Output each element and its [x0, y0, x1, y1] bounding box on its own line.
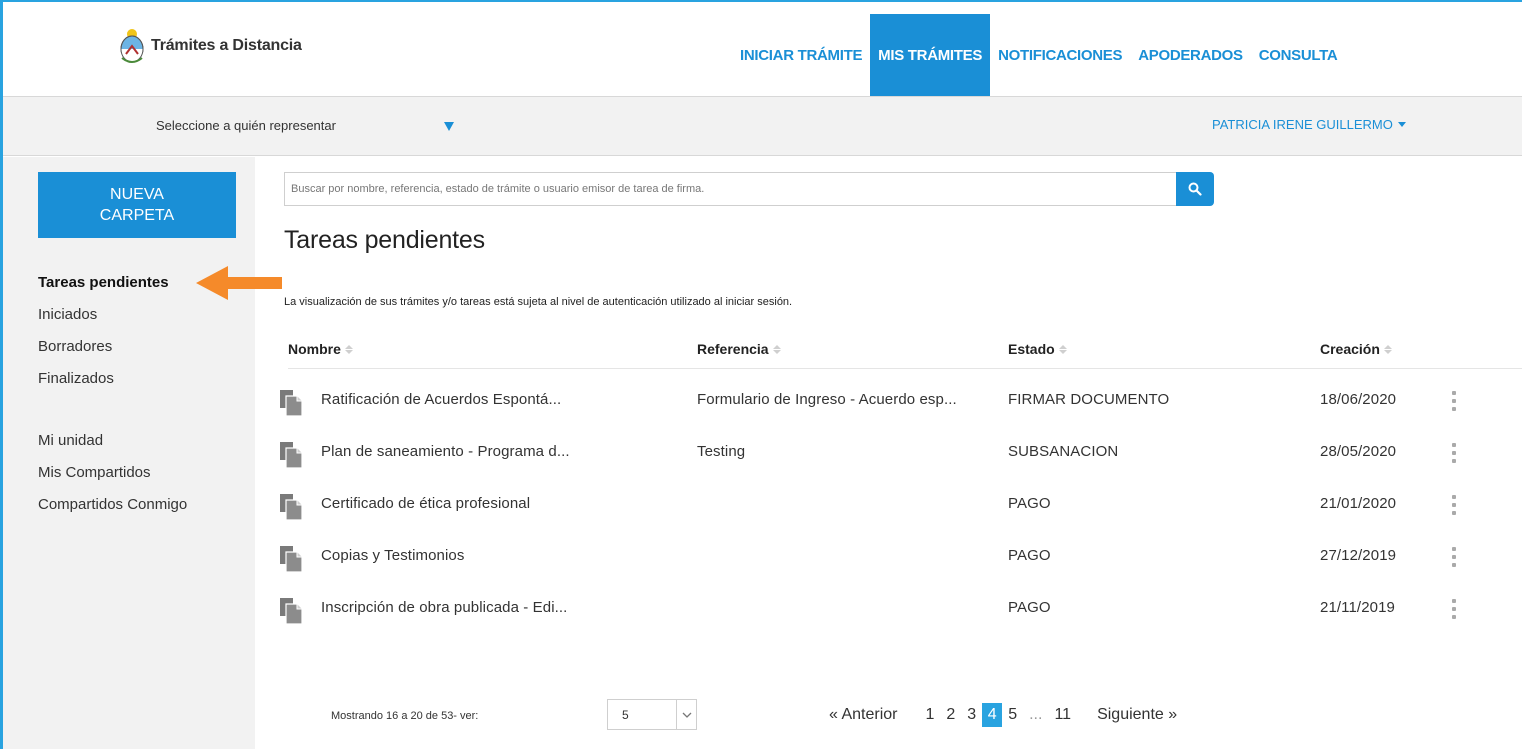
user-menu[interactable]: PATRICIA IRENE GUILLERMO	[1212, 117, 1406, 132]
main-nav: INICIAR TRÁMITE MIS TRÁMITES NOTIFICACIO…	[732, 14, 1345, 96]
cell-nombre: Copias y Testimonios	[321, 547, 465, 564]
cell-creacion: 21/01/2020	[1320, 495, 1397, 512]
top-navbar: Trámites a Distancia INICIAR TRÁMITE MIS…	[3, 14, 1522, 97]
pagination-ellipsis: ...	[1029, 706, 1043, 723]
column-header-estado[interactable]: Estado	[1008, 341, 1067, 357]
table-row[interactable]: Certificado de ética profesional PAGO 21…	[265, 485, 1522, 537]
chevron-down-icon[interactable]	[676, 700, 696, 729]
sidebar: NUEVA CARPETA Tareas pendientes Iniciado…	[3, 157, 255, 749]
row-actions-icon[interactable]	[1451, 547, 1457, 567]
column-header-creacion[interactable]: Creación	[1320, 341, 1392, 357]
table-row[interactable]: Ratificación de Acuerdos Espontá... Form…	[265, 381, 1522, 433]
sidebar-nav: Tareas pendientes Iniciados Borradores F…	[38, 267, 187, 521]
sort-icon	[1058, 344, 1067, 354]
row-actions-icon[interactable]	[1451, 391, 1457, 411]
cell-nombre: Plan de saneamiento - Programa d...	[321, 443, 570, 460]
cell-referencia: Testing	[697, 443, 746, 460]
nav-consulta[interactable]: CONSULTA	[1251, 14, 1346, 96]
table-header: Nombre Referencia Estado Creación	[288, 339, 1522, 369]
sidebar-item-finalizados[interactable]: Finalizados	[38, 363, 187, 395]
pagination-prev[interactable]: « Anterior	[823, 703, 903, 727]
row-actions-icon[interactable]	[1451, 495, 1457, 515]
pagination: « Anterior 1 2 3 4 5 ... 11 Siguiente »	[823, 703, 1183, 727]
brand[interactable]: Trámites a Distancia	[119, 28, 302, 64]
search-icon	[1188, 182, 1202, 196]
sort-icon	[344, 344, 353, 354]
search-input[interactable]	[284, 172, 1176, 206]
coat-of-arms-logo	[120, 29, 144, 63]
per-page-select[interactable]: 5	[607, 699, 697, 730]
row-actions-icon[interactable]	[1451, 443, 1457, 463]
table-row[interactable]: Plan de saneamiento - Programa d... Test…	[265, 433, 1522, 485]
sidebar-item-compartidos-conmigo[interactable]: Compartidos Conmigo	[38, 489, 187, 521]
represent-dropdown-icon[interactable]	[444, 122, 454, 131]
sidebar-item-mis-compartidos[interactable]: Mis Compartidos	[38, 457, 187, 489]
search-button[interactable]	[1176, 172, 1214, 206]
column-header-referencia[interactable]: Referencia	[697, 341, 781, 357]
document-icon	[280, 494, 302, 520]
authentication-notice: La visualización de sus trámites y/o tar…	[284, 296, 793, 308]
column-header-nombre[interactable]: Nombre	[288, 341, 353, 357]
orange-arrow-icon	[196, 266, 282, 300]
pagination-page-5[interactable]: 5	[1002, 703, 1023, 727]
cell-nombre: Ratificación de Acuerdos Espontá...	[321, 391, 562, 408]
cell-estado: FIRMAR DOCUMENTO	[1008, 391, 1170, 408]
sort-icon	[772, 344, 781, 354]
nav-mis-tramites[interactable]: MIS TRÁMITES	[870, 14, 991, 96]
document-icon	[280, 442, 302, 468]
new-folder-button[interactable]: NUEVA CARPETA	[38, 172, 236, 238]
pagination-page-current[interactable]: 4	[982, 703, 1003, 727]
sort-icon	[1383, 344, 1392, 354]
nav-iniciar-tramite[interactable]: INICIAR TRÁMITE	[732, 14, 870, 96]
cell-referencia: Formulario de Ingreso - Acuerdo esp...	[697, 391, 957, 408]
sidebar-item-mi-unidad[interactable]: Mi unidad	[38, 425, 187, 457]
nav-apoderados[interactable]: APODERADOS	[1130, 14, 1251, 96]
document-icon	[280, 546, 302, 572]
cell-creacion: 27/12/2019	[1320, 547, 1397, 564]
per-page-value: 5	[622, 707, 629, 722]
cell-estado: PAGO	[1008, 599, 1051, 616]
document-icon	[280, 390, 302, 416]
cell-creacion: 21/11/2019	[1320, 599, 1395, 616]
cell-estado: PAGO	[1008, 547, 1051, 564]
page-title: Tareas pendientes	[284, 226, 485, 254]
table-row[interactable]: Copias y Testimonios PAGO 27/12/2019	[265, 537, 1522, 589]
cell-nombre: Certificado de ética profesional	[321, 495, 531, 512]
cell-creacion: 28/05/2020	[1320, 443, 1397, 460]
caret-down-icon	[1397, 122, 1406, 127]
pagination-page-3[interactable]: 3	[961, 703, 982, 727]
nav-notificaciones[interactable]: NOTIFICACIONES	[990, 14, 1130, 96]
app-title: Trámites a Distancia	[151, 37, 302, 54]
cell-estado: PAGO	[1008, 495, 1051, 512]
cell-nombre: Inscripción de obra publicada - Edi...	[321, 599, 568, 616]
represent-select-label[interactable]: Seleccione a quién representar	[156, 118, 336, 133]
pagination-page-2[interactable]: 2	[940, 703, 961, 727]
cell-creacion: 18/06/2020	[1320, 391, 1397, 408]
search-bar	[284, 172, 1214, 206]
pagination-page-1[interactable]: 1	[919, 703, 940, 727]
table-row[interactable]: Inscripción de obra publicada - Edi... P…	[265, 589, 1522, 641]
row-actions-icon[interactable]	[1451, 599, 1457, 619]
cell-estado: SUBSANACION	[1008, 443, 1119, 460]
representation-bar: Seleccione a quién representar PATRICIA …	[3, 97, 1522, 156]
sidebar-item-iniciados[interactable]: Iniciados	[38, 299, 187, 331]
pagination-page-11[interactable]: 11	[1048, 703, 1077, 727]
document-icon	[280, 598, 302, 624]
user-name: PATRICIA IRENE GUILLERMO	[1212, 117, 1393, 132]
sidebar-item-tareas-pendientes[interactable]: Tareas pendientes	[38, 267, 187, 299]
app-frame: Trámites a Distancia INICIAR TRÁMITE MIS…	[0, 0, 1522, 749]
results-count: Mostrando 16 a 20 de 53- ver:	[331, 710, 479, 722]
sidebar-item-borradores[interactable]: Borradores	[38, 331, 187, 363]
pagination-next[interactable]: Siguiente »	[1091, 703, 1183, 727]
